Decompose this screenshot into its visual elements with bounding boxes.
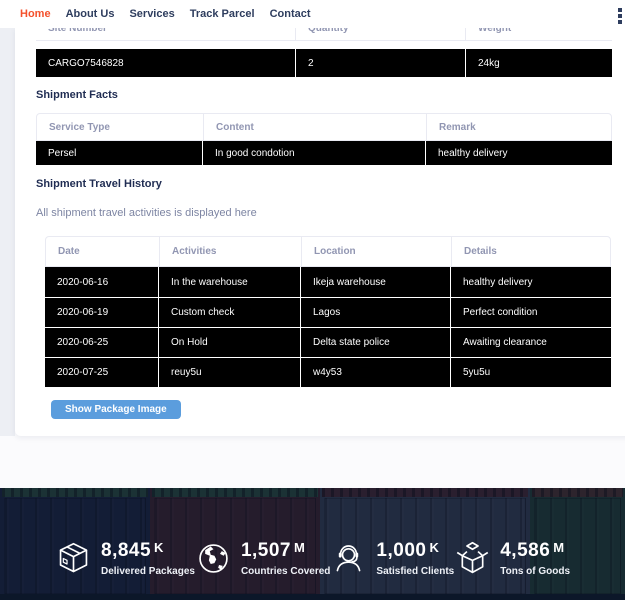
stat-value: 1,507M	[241, 540, 330, 562]
stat-label: Tons of Goods	[500, 566, 570, 577]
shipment-facts-header: Service Type Content Remark	[36, 113, 612, 141]
stat-countries-covered: 1,507M Countries Covered	[195, 540, 330, 577]
travel-details: 5yu5u	[450, 358, 611, 387]
travel-row: 2020-07-25 reuy5u w4y53 5yu5u	[45, 357, 611, 387]
travel-row: 2020-06-16 In the warehouse Ikeja wareho…	[45, 267, 611, 297]
cargo-table-header: Site Number Quantity Weight	[36, 28, 612, 41]
facts-content-value: In good condotion	[202, 141, 425, 165]
travel-location: Lagos	[300, 298, 450, 327]
kebab-menu-icon[interactable]	[618, 8, 624, 24]
travel-header-details: Details	[451, 237, 612, 266]
globe-icon	[195, 540, 232, 577]
stat-label: Countries Covered	[241, 566, 330, 577]
nav-item-services[interactable]: Services	[129, 8, 174, 20]
nav-item-track-parcel[interactable]: Track Parcel	[190, 8, 255, 20]
travel-history-table: Date Activities Location Details 2020-06…	[45, 236, 625, 419]
cargo-header-site-number: Site Number	[36, 28, 295, 40]
stats-section: 8,845K Delivered Packages 1,507M Countri…	[0, 488, 625, 600]
cargo-table-row: CARGO7546828 2 24kg	[36, 49, 612, 77]
facts-service-type-value: Persel	[36, 141, 202, 165]
open-box-icon	[454, 540, 491, 577]
stats-content: 8,845K Delivered Packages 1,507M Countri…	[0, 488, 625, 600]
stat-value: 8,845K	[101, 540, 195, 562]
page-background: Site Number Quantity Weight CARGO7546828…	[0, 28, 625, 488]
nav-item-about-us[interactable]: About Us	[66, 8, 115, 20]
show-package-image-button[interactable]: Show Package Image	[51, 400, 181, 419]
nav-item-home[interactable]: Home	[20, 8, 51, 20]
cargo-weight-value: 24kg	[465, 49, 612, 77]
travel-date: 2020-06-25	[45, 328, 158, 357]
stat-satisfied-clients: 1,000K Satisfied Clients	[330, 540, 454, 577]
stat-label: Delivered Packages	[101, 566, 195, 577]
travel-history-description: All shipment travel activities is displa…	[36, 207, 625, 219]
travel-date: 2020-06-16	[45, 267, 158, 297]
travel-history-title: Shipment Travel History	[36, 178, 625, 190]
travel-activities: On Hold	[158, 328, 300, 357]
shipment-facts-row: Persel In good condotion healthy deliver…	[36, 141, 612, 165]
travel-details: Perfect condition	[450, 298, 611, 327]
travel-location: Ikeja warehouse	[300, 267, 450, 297]
travel-header-date: Date	[46, 237, 159, 266]
shipment-facts-title: Shipment Facts	[36, 89, 625, 101]
facts-remark-value: healthy delivery	[425, 141, 612, 165]
stat-value: 1,000K	[376, 540, 454, 562]
cargo-header-weight: Weight	[465, 28, 612, 40]
top-navigation: Home About Us Services Track Parcel Cont…	[0, 0, 625, 28]
travel-date: 2020-06-19	[45, 298, 158, 327]
travel-history-header: Date Activities Location Details	[45, 236, 611, 267]
cargo-header-quantity: Quantity	[295, 28, 465, 40]
travel-header-location: Location	[301, 237, 451, 266]
facts-header-content: Content	[203, 114, 426, 140]
travel-location: w4y53	[300, 358, 450, 387]
travel-row: 2020-06-19 Custom check Lagos Perfect co…	[45, 297, 611, 327]
tracking-result-card: Site Number Quantity Weight CARGO7546828…	[15, 28, 625, 436]
shipment-facts-table: Service Type Content Remark Persel In go…	[36, 113, 625, 165]
travel-activities: In the warehouse	[158, 267, 300, 297]
travel-details: Awaiting clearance	[450, 328, 611, 357]
stat-tons-of-goods: 4,586M Tons of Goods	[454, 540, 570, 577]
travel-row: 2020-06-25 On Hold Delta state police Aw…	[45, 327, 611, 357]
travel-activities: Custom check	[158, 298, 300, 327]
support-person-icon	[330, 540, 367, 577]
travel-date: 2020-07-25	[45, 358, 158, 387]
travel-header-activities: Activities	[159, 237, 301, 266]
left-gutter	[0, 28, 15, 436]
stat-value: 4,586M	[500, 540, 570, 562]
stat-delivered-packages: 8,845K Delivered Packages	[55, 540, 195, 577]
travel-location: Delta state police	[300, 328, 450, 357]
travel-details: healthy delivery	[450, 267, 611, 297]
cargo-table: Site Number Quantity Weight CARGO7546828…	[36, 28, 625, 77]
facts-header-service-type: Service Type	[37, 114, 203, 140]
package-icon	[55, 540, 92, 577]
facts-header-remark: Remark	[426, 114, 613, 140]
cargo-quantity-value: 2	[295, 49, 465, 77]
cargo-site-number-value: CARGO7546828	[36, 49, 295, 77]
travel-activities: reuy5u	[158, 358, 300, 387]
nav-item-contact[interactable]: Contact	[270, 8, 311, 20]
stat-label: Satisfied Clients	[376, 566, 454, 577]
